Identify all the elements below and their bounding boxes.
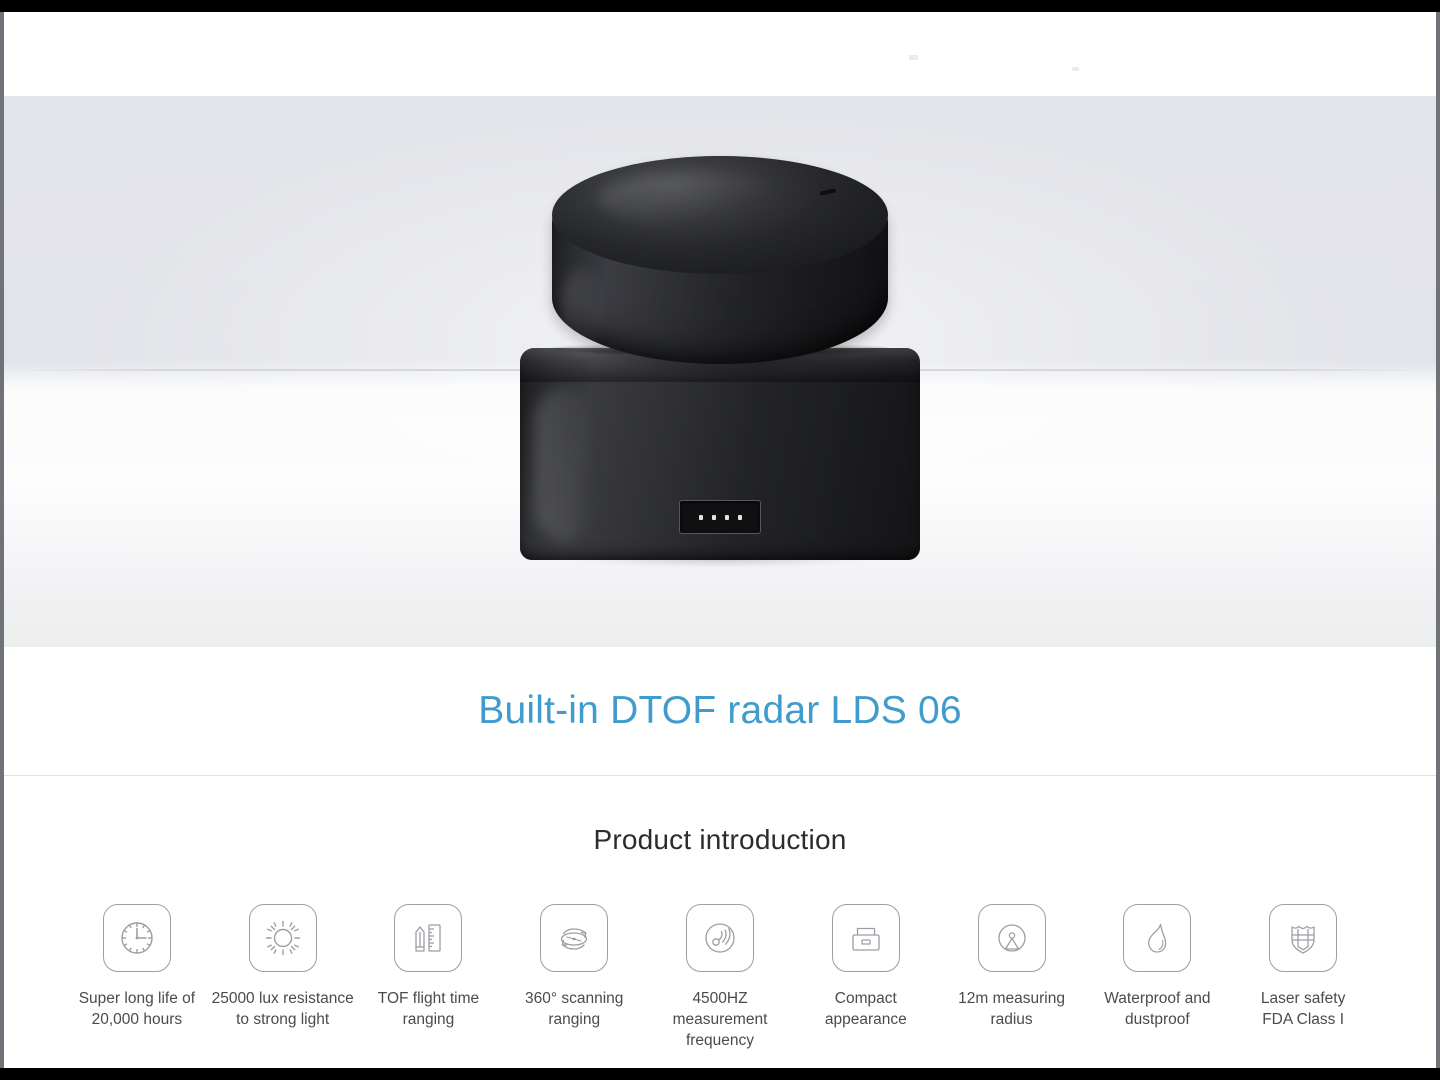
connector-pin [737, 514, 742, 520]
radar-sweep-icon [977, 904, 1046, 972]
letterbox-bottom [0, 1068, 1440, 1080]
feature-label: 360° scanning ranging [525, 990, 624, 1028]
header-whitespace [4, 12, 1436, 96]
feature-item-measurement-frequency: 4500HZ measurement frequency [647, 904, 793, 1051]
water-drop-icon [1123, 904, 1192, 972]
clock-icon [102, 904, 171, 972]
feature-label: Super long life of 20,000 hours [78, 990, 196, 1028]
compact-box-icon [831, 904, 900, 972]
title-band: Built-in DTOF radar LDS 06 [4, 647, 1436, 775]
shield-icon [1269, 904, 1338, 972]
feature-item-laser-safety: Laser safety FDA Class I [1230, 904, 1376, 1051]
feature-item-360-scanning: 360° scanning ranging [501, 904, 647, 1051]
lidar-device-illustration [520, 148, 920, 570]
connector-pin [698, 514, 703, 520]
device-rotor-notch [819, 188, 837, 196]
device-rotor-highlight [560, 268, 604, 354]
feature-item-waterproof: Waterproof and dustproof [1084, 904, 1230, 1051]
slide-page: Built-in DTOF radar LDS 06 Product intro… [0, 0, 1440, 1080]
ruler-pencil-icon [394, 904, 463, 972]
product-introduction-section: Product introduction Super long life of … [4, 776, 1436, 1068]
feature-item-compact-appearance: Compact appearance [793, 904, 939, 1051]
feature-item-measuring-radius: 12m measuring radius [939, 904, 1085, 1051]
connector-pin [724, 514, 729, 520]
device-rotor-gloss [598, 172, 788, 226]
device-base-highlight [534, 390, 594, 540]
feature-item-long-life: Super long life of 20,000 hours [64, 904, 210, 1051]
feature-item-lux-resistance: 25000 lux resistance to strong light [210, 904, 356, 1051]
sun-icon [248, 904, 317, 972]
feature-label: 4500HZ measurement frequency [672, 990, 768, 1049]
device-rotor [552, 156, 888, 364]
device-connector [679, 500, 761, 534]
device-base [520, 348, 920, 560]
artifact-speck-left [909, 55, 918, 60]
connector-pin [711, 514, 716, 520]
slide-sheet: Built-in DTOF radar LDS 06 Product intro… [0, 12, 1440, 1068]
page-title: Built-in DTOF radar LDS 06 [478, 689, 962, 732]
rotation-360-icon [540, 904, 609, 972]
artifact-speck-right [1072, 67, 1079, 71]
signal-wave-icon [686, 904, 755, 972]
feature-list: Super long life of 20,000 hours 25000 lu… [8, 904, 1432, 1051]
feature-label: 12m measuring radius [958, 990, 1065, 1028]
feature-label: Compact appearance [824, 990, 907, 1028]
feature-label: 25000 lux resistance to strong light [211, 990, 354, 1028]
feature-label: TOF flight time ranging [377, 990, 480, 1028]
product-photo [4, 96, 1436, 647]
feature-label: Laser safety FDA Class I [1260, 990, 1346, 1028]
feature-label: Waterproof and dustproof [1104, 990, 1211, 1028]
section-heading: Product introduction [593, 824, 847, 855]
feature-item-tof-ranging: TOF flight time ranging [356, 904, 502, 1051]
device-rotor-top [552, 156, 888, 274]
letterbox-top [0, 0, 1440, 12]
